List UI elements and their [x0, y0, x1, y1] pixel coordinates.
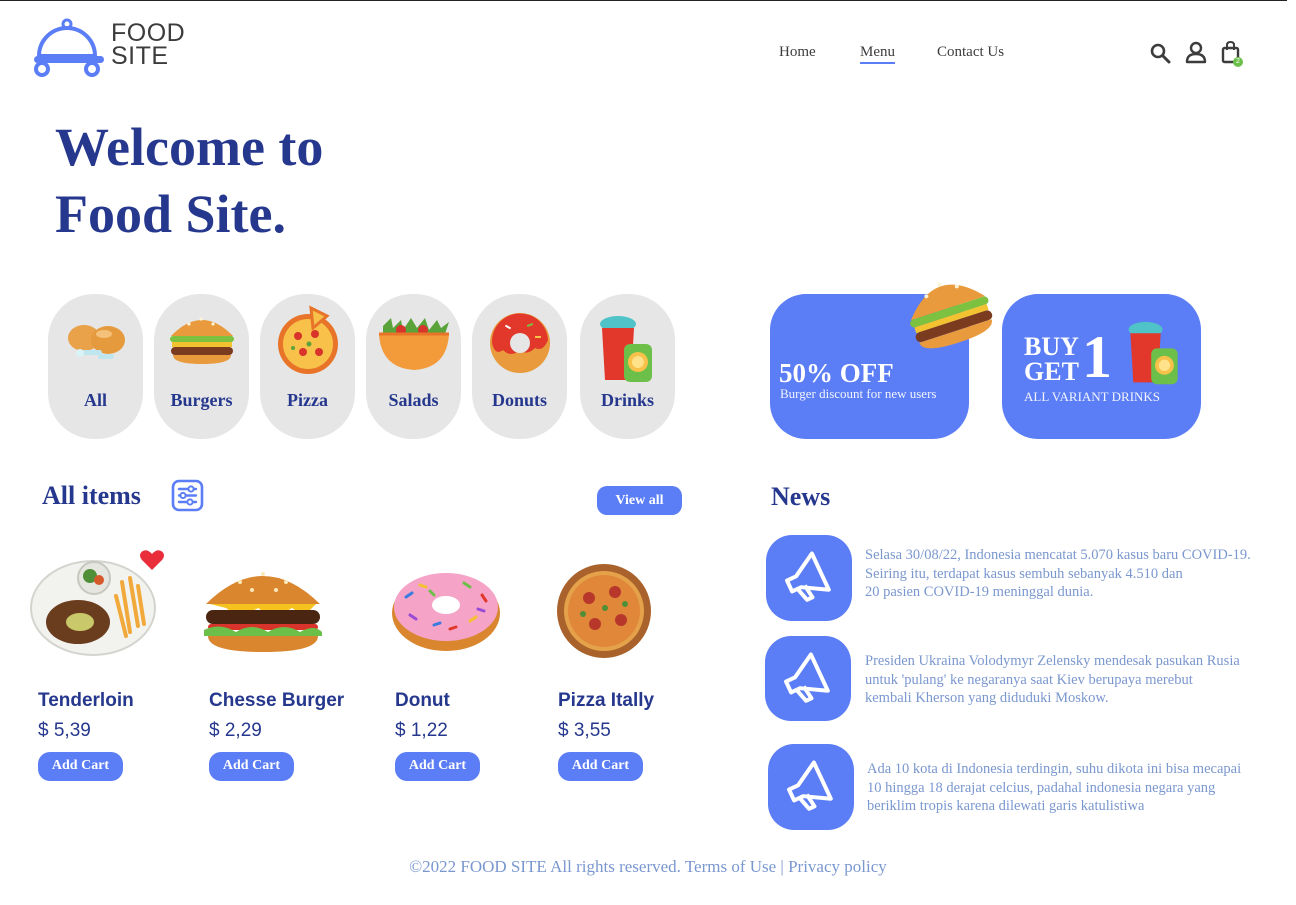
hero-line-2: Food Site. [55, 184, 287, 244]
news-item-1[interactable]: Selasa 30/08/22, Indonesia mencatat 5.07… [865, 546, 1275, 602]
news-line: Selasa 30/08/22, Indonesia mencatat 5.07… [865, 547, 1251, 563]
category-label: Donuts [491, 390, 548, 410]
promo-get-text: GET [1024, 357, 1079, 386]
promo-number: 1 [1082, 324, 1112, 390]
pizza-image [557, 564, 651, 658]
promo-buy1-get1-drinks[interactable]: BUY GET 1 ALL VARIANT DRINKS [1002, 294, 1201, 439]
product-name[interactable]: Donut [395, 690, 450, 712]
add-cart-button[interactable]: Add Cart [558, 752, 643, 781]
news-line: untuk 'pulang' ke negaranya saat Kiev be… [865, 671, 1193, 688]
top-border [0, 0, 1287, 1]
brand-name[interactable]: FOOD SITE [111, 21, 185, 70]
product-name[interactable]: Pizza Itally [558, 690, 654, 712]
category-label: Pizza [287, 390, 328, 410]
news-line: Ada 10 kota di Indonesia terdingin, suhu… [867, 761, 1242, 777]
news-item-2[interactable]: Presiden Ukraina Volodymyr Zelensky mend… [865, 652, 1275, 708]
category-salads[interactable]: Salads [366, 294, 461, 439]
cheese-burger-image [204, 572, 322, 652]
promo-subtext: Burger discount for new users [780, 386, 937, 401]
add-cart-button[interactable]: Add Cart [395, 752, 480, 781]
product-price: $ 1,22 [395, 720, 448, 741]
nav-home-link[interactable]: Home [779, 44, 816, 61]
filter-icon[interactable] [171, 479, 204, 517]
product-price: $ 5,39 [38, 720, 91, 741]
burger-icon [910, 282, 993, 349]
category-burgers[interactable]: Burgers [154, 294, 249, 439]
news-line: 10 hingga 18 derajat celcius, padahal in… [867, 779, 1216, 796]
product-price: $ 2,29 [209, 720, 262, 741]
megaphone-icon[interactable] [766, 535, 852, 621]
category-all[interactable]: All [48, 294, 143, 439]
donut-icon [489, 313, 550, 373]
drink-icon [1128, 321, 1178, 385]
news-line: kembali Kherson yang diduduki Moskow. [865, 690, 1109, 706]
search-icon[interactable] [1149, 40, 1173, 66]
hero-line-1: Welcome to [55, 117, 324, 177]
category-label: Burgers [170, 390, 233, 410]
pizza-icon [277, 305, 338, 374]
burger-icon [169, 317, 234, 364]
news-item-3[interactable]: Ada 10 kota di Indonesia terdingin, suhu… [867, 760, 1277, 816]
megaphone-icon[interactable] [765, 636, 851, 721]
footer-text: ©2022 FOOD SITE All rights reserved. Ter… [409, 857, 887, 876]
salad-icon [378, 318, 449, 370]
category-drinks[interactable]: Drinks [580, 294, 675, 439]
chicken-icon [67, 325, 125, 359]
add-cart-button[interactable]: Add Cart [38, 752, 123, 781]
category-donuts[interactable]: Donuts [472, 294, 567, 439]
news-line: Presiden Ukraina Volodymyr Zelensky mend… [865, 653, 1240, 669]
product-name[interactable]: Tenderloin [38, 690, 134, 712]
megaphone-icon[interactable] [768, 744, 854, 830]
nav-menu-link[interactable]: Menu [860, 44, 895, 64]
donut-image [392, 573, 500, 651]
add-cart-button[interactable]: Add Cart [209, 752, 294, 781]
promo-buy-get: BUY GET [1024, 332, 1079, 386]
brand-line-2: SITE [111, 42, 169, 70]
nav-contact-link[interactable]: Contact Us [937, 44, 1004, 61]
drink-icon [599, 316, 652, 382]
category-pizza[interactable]: Pizza [260, 294, 355, 439]
category-label: Drinks [600, 390, 654, 410]
category-label: Salads [388, 390, 439, 410]
product-name[interactable]: Chesse Burger [209, 690, 344, 712]
news-line: Seiring itu, terdapat kasus sembuh seban… [865, 565, 1183, 582]
view-all-button[interactable]: View all [597, 486, 682, 515]
all-items-title: All items [42, 481, 141, 510]
promo-subtext: ALL VARIANT DRINKS [1024, 389, 1161, 404]
news-line: 20 pasien COVID-19 meninggal dunia. [865, 584, 1094, 600]
promo-headline: 50% OFF [779, 358, 894, 388]
user-icon[interactable] [1185, 40, 1209, 66]
news-title: News [771, 482, 831, 511]
news-line: beriklim tropis karena dilewati garis ka… [867, 798, 1145, 814]
hero-title: Welcome to Food Site. [55, 114, 323, 248]
product-price: $ 3,55 [558, 720, 611, 741]
cart-count-badge: 2 [1233, 57, 1243, 67]
category-label: All [83, 390, 107, 410]
cloche-logo-icon[interactable] [33, 18, 105, 78]
promo-buy-text: BUY [1024, 332, 1079, 361]
favorite-heart-icon[interactable] [139, 549, 165, 576]
